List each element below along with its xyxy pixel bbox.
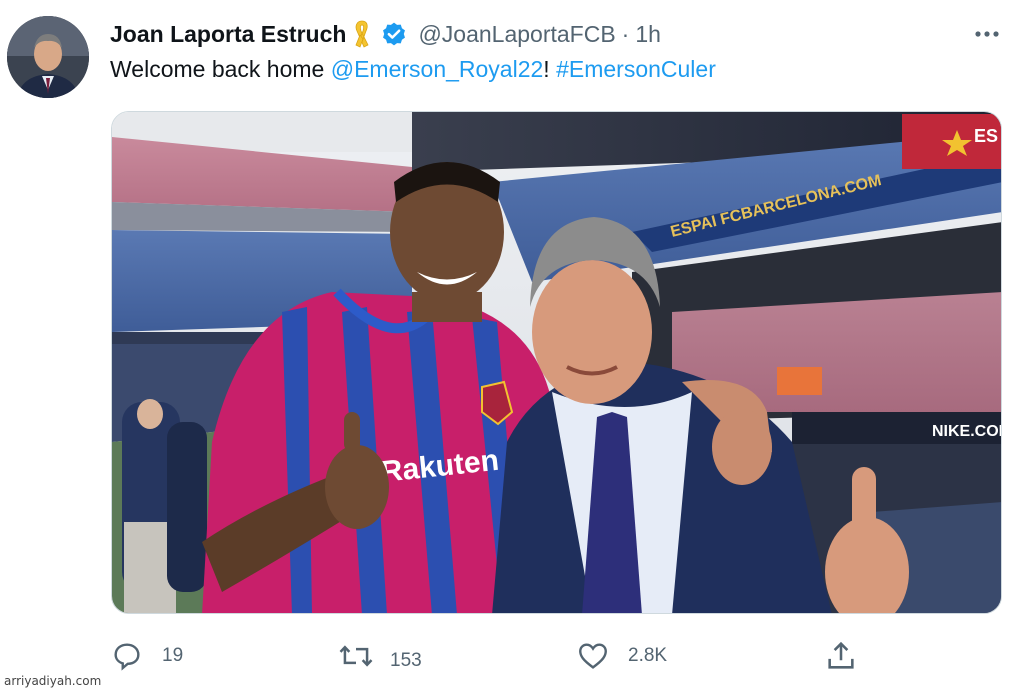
share-button[interactable] — [824, 636, 858, 676]
header-separator: · — [621, 20, 630, 47]
avatar-portrait — [7, 16, 89, 98]
retweet-icon — [339, 645, 373, 667]
hashtag-link[interactable]: #EmersonCuler — [556, 56, 716, 82]
photo-sign-red: ES — [974, 126, 998, 146]
tweet-text-punct: ! — [543, 56, 557, 82]
tweet-photo[interactable]: ES ESPAI FCBARCELONA.COM NIKE.COM Rakute… — [111, 111, 1002, 614]
reply-button[interactable]: 19 — [110, 636, 183, 676]
share-icon — [828, 641, 854, 669]
stadium-photo: ES ESPAI FCBARCELONA.COM NIKE.COM Rakute… — [112, 112, 1002, 613]
author-name[interactable]: Joan Laporta Estruch — [110, 21, 346, 48]
verified-badge-icon — [380, 20, 408, 48]
tweet-actions: 19 153 2.8K — [110, 636, 870, 676]
more-dots-icon — [975, 31, 999, 37]
tweet-text-plain: Welcome back home — [110, 56, 331, 82]
tweet-header: Joan Laporta Estruch @JoanLaportaFCB · 1… — [110, 18, 661, 50]
mention-link[interactable]: @Emerson_Royal22 — [331, 56, 544, 82]
reply-count: 19 — [162, 645, 184, 666]
ad-board-text: NIKE.COM — [932, 423, 1002, 440]
heart-icon — [579, 643, 607, 669]
retweet-button[interactable]: 153 — [338, 636, 422, 676]
like-button[interactable]: 2.8K — [576, 636, 667, 676]
yellow-ribbon-icon — [352, 19, 372, 49]
tweet-timestamp[interactable]: 1h — [635, 21, 661, 48]
tweet-text: Welcome back home @Emerson_Royal22! #Eme… — [110, 56, 716, 83]
author-handle[interactable]: @JoanLaportaFCB — [418, 21, 615, 48]
reply-icon — [114, 643, 140, 671]
watermark: arriyadiyah.com — [4, 674, 102, 688]
retweet-count: 153 — [390, 650, 422, 671]
author-avatar[interactable] — [7, 16, 89, 98]
like-count: 2.8K — [628, 645, 668, 666]
more-options-button[interactable] — [972, 22, 1002, 46]
